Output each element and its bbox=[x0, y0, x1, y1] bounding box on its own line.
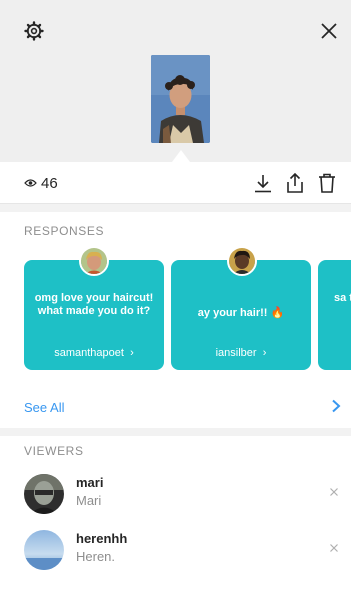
response-username[interactable]: iansilber › bbox=[171, 347, 311, 359]
chevron-right-icon[interactable] bbox=[331, 399, 341, 413]
chevron-right-icon: › bbox=[259, 347, 267, 359]
close-icon[interactable] bbox=[329, 543, 339, 553]
response-message: ay your hair!! 🔥 bbox=[197, 307, 285, 319]
eye-icon bbox=[24, 179, 37, 187]
section-divider bbox=[0, 204, 351, 212]
story-thumbnail[interactable] bbox=[151, 55, 210, 143]
responses-title: RESPONSES bbox=[24, 224, 105, 238]
response-message: omg love your haircut! what made you do … bbox=[34, 292, 154, 317]
viewer-username: mari bbox=[76, 475, 104, 490]
avatar[interactable] bbox=[24, 474, 64, 514]
response-card[interactable]: ay your hair!! 🔥 iansilber › bbox=[171, 260, 311, 370]
viewer-row[interactable]: herenhh Heren. bbox=[0, 526, 351, 576]
story-preview-area bbox=[0, 0, 351, 162]
viewer-name: Mari bbox=[76, 493, 102, 508]
see-all-link[interactable]: See All bbox=[24, 400, 64, 415]
viewer-username: herenhh bbox=[76, 531, 128, 546]
download-icon[interactable] bbox=[252, 172, 274, 194]
trash-icon[interactable] bbox=[316, 172, 338, 194]
close-icon[interactable] bbox=[319, 21, 339, 41]
response-card[interactable]: sa te bbox=[318, 260, 351, 370]
response-message: sa te bbox=[334, 292, 351, 304]
stats-row: 46 bbox=[0, 162, 351, 204]
avatar[interactable] bbox=[24, 530, 64, 570]
viewer-name: Heren. bbox=[76, 549, 116, 564]
avatar bbox=[79, 246, 109, 276]
chevron-right-icon: › bbox=[127, 347, 134, 359]
preview-caret bbox=[172, 150, 190, 162]
gear-icon[interactable] bbox=[24, 21, 44, 41]
viewers-title: VIEWERS bbox=[24, 444, 84, 458]
section-divider bbox=[0, 428, 351, 436]
responses-carousel[interactable]: omg love your haircut! what made you do … bbox=[0, 246, 351, 376]
share-icon[interactable] bbox=[284, 172, 306, 194]
close-icon[interactable] bbox=[329, 487, 339, 497]
view-count: 46 bbox=[41, 175, 58, 192]
response-username[interactable]: samanthapoet › bbox=[24, 347, 164, 359]
viewer-row[interactable]: mari Mari bbox=[0, 470, 351, 520]
response-card[interactable]: omg love your haircut! what made you do … bbox=[24, 260, 164, 370]
avatar bbox=[227, 246, 257, 276]
